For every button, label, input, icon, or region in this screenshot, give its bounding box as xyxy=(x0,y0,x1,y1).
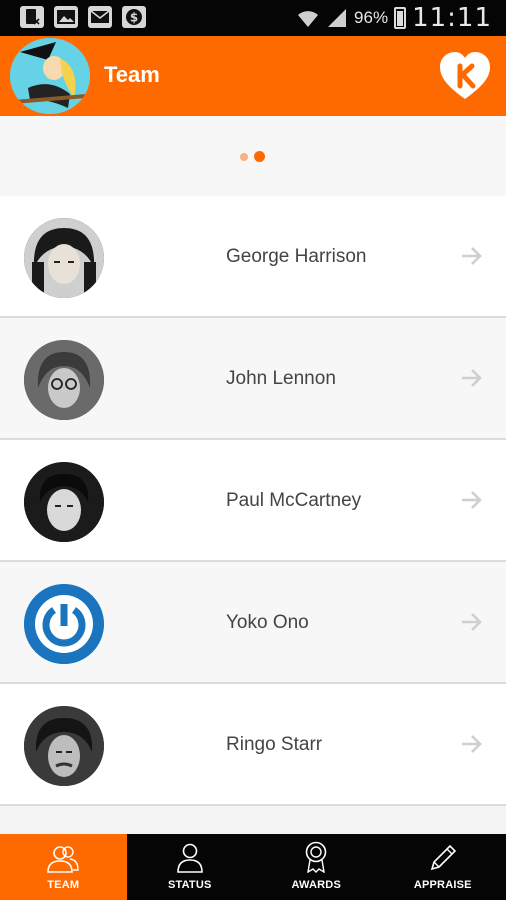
page-indicator xyxy=(0,116,506,196)
tab-team[interactable]: TEAM xyxy=(0,834,127,900)
member-name: Paul McCartney xyxy=(226,490,362,511)
people-icon xyxy=(47,846,79,873)
signal-icon xyxy=(328,9,347,27)
mail-icon xyxy=(88,6,112,28)
arrow-right-icon xyxy=(462,369,482,387)
battery-icon xyxy=(394,7,407,29)
team-member-row[interactable]: George Harrison xyxy=(0,196,506,318)
tab-label: TEAM xyxy=(47,879,80,891)
member-name: George Harrison xyxy=(226,246,367,267)
bottom-tab-bar: TEAM STATUS AWARDS APPRAISE xyxy=(0,834,506,900)
member-avatar xyxy=(24,584,104,664)
arrow-right-icon xyxy=(462,491,482,509)
svg-text:$: $ xyxy=(130,11,138,25)
member-avatar xyxy=(24,706,104,786)
member-avatar xyxy=(24,462,104,542)
clock: 11:11 xyxy=(412,3,492,33)
team-member-row[interactable]: Paul McCartney xyxy=(0,440,506,562)
image-icon xyxy=(54,6,78,28)
team-avatar[interactable] xyxy=(10,38,90,114)
tab-label: APPRAISE xyxy=(413,879,472,891)
team-member-row[interactable]: Yoko Ono xyxy=(0,562,506,684)
member-name: Ringo Starr xyxy=(226,734,323,755)
award-icon xyxy=(305,841,327,873)
app-bar: Team xyxy=(0,36,506,116)
pencil-icon xyxy=(430,844,456,871)
kudos-heart-button[interactable] xyxy=(438,50,492,102)
tab-label: AWARDS xyxy=(291,879,341,891)
arrow-right-icon xyxy=(462,735,482,753)
tab-awards[interactable]: AWARDS xyxy=(253,834,380,900)
member-avatar xyxy=(24,340,104,420)
battery-percent: 96% xyxy=(354,8,389,27)
page-dot-1[interactable] xyxy=(240,152,248,161)
member-avatar xyxy=(24,218,104,298)
status-bar: $ 96% 11:11 xyxy=(0,0,506,36)
member-name: John Lennon xyxy=(226,368,336,389)
tab-status[interactable]: STATUS xyxy=(127,834,254,900)
arrow-right-icon xyxy=(462,247,482,265)
arrow-right-icon xyxy=(462,613,482,631)
tab-label: STATUS xyxy=(167,879,212,891)
page-dot-2-active[interactable] xyxy=(254,151,265,162)
person-icon xyxy=(176,843,203,873)
team-list: George Harrison John Lennon Paul McCartn… xyxy=(0,196,506,806)
wifi-icon xyxy=(298,11,319,27)
page-title: Team xyxy=(104,62,160,87)
member-name: Yoko Ono xyxy=(226,612,309,633)
dollar-icon: $ xyxy=(122,6,146,28)
tab-appraise[interactable]: APPRAISE xyxy=(380,834,506,900)
team-member-row[interactable]: Ringo Starr xyxy=(0,684,506,806)
notification-icons: $ xyxy=(20,6,146,28)
heart-icon xyxy=(440,52,490,99)
sim-error-icon xyxy=(20,6,44,28)
status-right: 96% 11:11 xyxy=(296,0,492,36)
team-member-row[interactable]: John Lennon xyxy=(0,318,506,440)
